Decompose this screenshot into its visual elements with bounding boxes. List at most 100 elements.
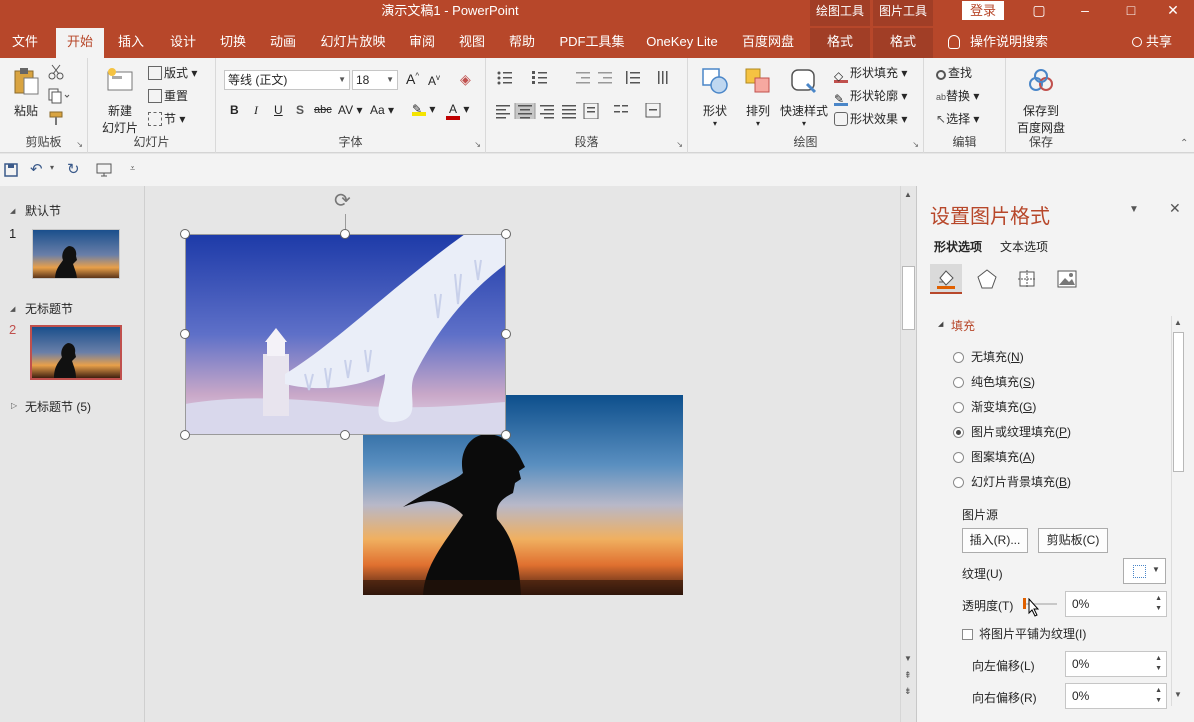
change-case-button[interactable]: Aa ▾ bbox=[370, 103, 394, 117]
shape-outline-button[interactable]: ✎ 形状轮廓 ▾ bbox=[834, 87, 907, 106]
slide-thumbnail-1[interactable] bbox=[32, 229, 120, 279]
section-button[interactable]: 节 ▾ bbox=[148, 110, 185, 127]
spinner-arrows-icon[interactable]: ▲ ▼ bbox=[1155, 654, 1162, 674]
undo-icon[interactable]: ↶ bbox=[30, 160, 43, 178]
share-button[interactable]: 共享 bbox=[1132, 28, 1172, 56]
section-title-default[interactable]: 默认节 bbox=[25, 202, 61, 219]
transparency-slider-thumb[interactable] bbox=[1023, 598, 1026, 609]
tile-texture-option[interactable]: 将图片平铺为纹理(I) bbox=[962, 625, 1086, 642]
previous-slide-icon[interactable]: ⇞ bbox=[904, 670, 912, 681]
tab-insert[interactable]: 插入 bbox=[110, 28, 152, 58]
tab-picture-format[interactable]: 格式 bbox=[873, 28, 933, 58]
shape-effects-button[interactable]: 形状效果 ▾ bbox=[834, 110, 907, 127]
section-collapse-icon[interactable]: ◢ bbox=[10, 305, 15, 313]
copy-icon[interactable] bbox=[48, 88, 70, 104]
strikethrough-button[interactable]: abc bbox=[314, 104, 332, 116]
tab-home[interactable]: 开始 bbox=[56, 28, 104, 58]
tab-animations[interactable]: 动画 bbox=[262, 28, 304, 58]
canvas-scrollbar[interactable]: ▲ ▼ ⇞ ⇟ bbox=[900, 186, 916, 722]
spinner-arrows-icon[interactable]: ▲ ▼ bbox=[1155, 594, 1162, 614]
section-collapse-icon[interactable]: ◢ bbox=[10, 207, 15, 215]
fill-option-gradient[interactable]: 渐变填充(G) bbox=[953, 398, 1036, 415]
tell-me-search[interactable]: 操作说明搜索 bbox=[948, 28, 1048, 56]
login-button[interactable]: 登录 bbox=[962, 1, 1004, 20]
radio-selected-icon[interactable] bbox=[953, 427, 964, 438]
font-name-combo[interactable]: 等线 (正文) ▼ bbox=[224, 70, 350, 90]
collapse-ribbon-icon[interactable]: ⌃ bbox=[1180, 138, 1188, 149]
slide-canvas[interactable]: ⟳ bbox=[146, 186, 900, 722]
save-icon[interactable] bbox=[4, 163, 18, 177]
checkbox-icon[interactable] bbox=[962, 629, 973, 640]
tab-help[interactable]: 帮助 bbox=[502, 28, 542, 58]
shadow-button[interactable]: S bbox=[296, 103, 304, 117]
fill-option-none[interactable]: 无填充(N) bbox=[953, 348, 1024, 365]
redo-icon[interactable]: ↻ bbox=[67, 160, 80, 178]
shrink-font-button[interactable]: Av bbox=[428, 73, 440, 88]
tab-drawing-format[interactable]: 格式 bbox=[810, 28, 870, 58]
rotate-handle-icon[interactable]: ⟳ bbox=[334, 188, 351, 213]
customize-qat-icon[interactable]: ⩡ bbox=[130, 163, 135, 174]
section-title-untitled-5[interactable]: 无标题节 (5) bbox=[25, 398, 91, 415]
list-indent-icons[interactable] bbox=[496, 70, 686, 86]
save-to-baidu-button[interactable]: 保存到 百度网盘 bbox=[1014, 66, 1068, 136]
arrange-button[interactable]: 排列 ▾ bbox=[740, 66, 776, 128]
shapes-button[interactable]: 形状 ▾ bbox=[696, 66, 734, 128]
select-button[interactable]: ↖选择 ▾ bbox=[936, 110, 979, 127]
replace-button[interactable]: ab替换 ▾ bbox=[936, 87, 979, 104]
tab-pdf-tools[interactable]: PDF工具集 bbox=[556, 28, 628, 58]
scroll-up-icon[interactable]: ▲ bbox=[904, 190, 912, 199]
tab-review[interactable]: 审阅 bbox=[402, 28, 442, 58]
pane-scrollbar-thumb[interactable] bbox=[1173, 332, 1184, 472]
close-button[interactable]: ✕ bbox=[1150, 0, 1194, 22]
spinner-arrows-icon[interactable]: ▲ ▼ bbox=[1155, 686, 1162, 706]
section-title-untitled[interactable]: 无标题节 bbox=[25, 300, 73, 317]
resize-handle-sw[interactable] bbox=[180, 430, 190, 440]
clear-format-icon[interactable]: ◈ bbox=[460, 71, 471, 88]
alignment-icons[interactable] bbox=[496, 103, 686, 119]
maximize-button[interactable]: □ bbox=[1108, 0, 1154, 22]
reset-button[interactable]: 重置 bbox=[148, 87, 188, 104]
transparency-input[interactable]: 0% ▲ ▼ bbox=[1065, 591, 1167, 617]
start-slideshow-icon[interactable] bbox=[96, 163, 114, 177]
resize-handle-e[interactable] bbox=[501, 329, 511, 339]
tab-design[interactable]: 设计 bbox=[162, 28, 204, 58]
fill-option-picture[interactable]: 图片或纹理填充(P) bbox=[953, 423, 1071, 440]
fill-option-solid[interactable]: 纯色填充(S) bbox=[953, 373, 1035, 390]
picture-icon[interactable] bbox=[1056, 268, 1078, 290]
format-painter-icon[interactable] bbox=[48, 110, 64, 126]
find-button[interactable]: 查找 bbox=[936, 64, 972, 81]
tab-text-options[interactable]: 文本选项 bbox=[1000, 238, 1048, 255]
pane-scrollbar[interactable]: ▲ ▼ bbox=[1171, 316, 1185, 706]
clipboard-picture-button[interactable]: 剪贴板(C) bbox=[1038, 528, 1108, 553]
tab-shape-options[interactable]: 形状选项 bbox=[934, 238, 982, 255]
dialog-launcher-icon[interactable]: ↘ bbox=[912, 140, 919, 149]
tab-slideshow[interactable]: 幻灯片放映 bbox=[316, 28, 390, 58]
radio-icon[interactable] bbox=[953, 402, 964, 413]
pane-options-icon[interactable]: ▼ bbox=[1129, 204, 1139, 215]
highlight-button[interactable]: ✎ ▾ bbox=[412, 102, 435, 116]
size-properties-icon[interactable] bbox=[1016, 268, 1038, 290]
offset-left-input[interactable]: 0% ▲ ▼ bbox=[1065, 651, 1167, 677]
dialog-launcher-icon[interactable]: ↘ bbox=[676, 140, 683, 149]
font-color-button[interactable]: A ▾ bbox=[446, 102, 469, 120]
ribbon-display-icon[interactable]: ▢ bbox=[1016, 0, 1062, 22]
shape-fill-button[interactable]: ◇ 形状填充 ▾ bbox=[834, 64, 907, 83]
new-slide-button[interactable]: 新建 幻灯片 bbox=[96, 66, 144, 136]
italic-button[interactable]: I bbox=[254, 103, 258, 118]
resize-handle-ne[interactable] bbox=[501, 229, 511, 239]
grow-font-button[interactable]: A^ bbox=[406, 71, 419, 87]
next-slide-icon[interactable]: ⇟ bbox=[904, 686, 912, 697]
chevron-down-icon[interactable]: ▾ bbox=[50, 163, 54, 172]
pane-close-icon[interactable]: ✕ bbox=[1169, 200, 1181, 217]
fill-line-tab[interactable] bbox=[930, 264, 962, 294]
tab-onekey-lite[interactable]: OneKey Lite bbox=[640, 28, 724, 58]
fill-option-pattern[interactable]: 图案填充(A) bbox=[953, 448, 1035, 465]
dialog-launcher-icon[interactable]: ↘ bbox=[474, 140, 481, 149]
minimize-button[interactable]: – bbox=[1062, 0, 1108, 22]
texture-picker[interactable]: ▼ bbox=[1123, 558, 1166, 584]
scroll-up-icon[interactable]: ▲ bbox=[1174, 318, 1182, 327]
bold-button[interactable]: B bbox=[230, 103, 239, 117]
slide-thumbnail-2[interactable] bbox=[30, 325, 122, 380]
fill-section-header[interactable]: 填充 bbox=[951, 317, 975, 334]
resize-handle-w[interactable] bbox=[180, 329, 190, 339]
